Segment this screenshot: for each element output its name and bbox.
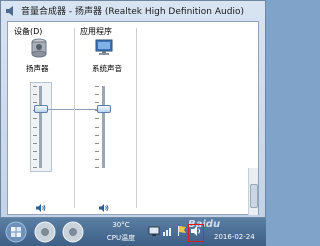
slider-tick [33,143,37,144]
tray-monitor-icon[interactable] [148,225,160,237]
slider-tick [33,151,37,152]
slider-tick [33,118,37,119]
slider-tick [95,159,99,160]
tray-network-icon[interactable] [162,225,174,237]
slider-tick [95,102,99,103]
app-slider-ticks [95,86,99,168]
system-sounds-icon[interactable] [94,39,114,56]
device-name: 扬声器 [26,64,49,73]
clock-date[interactable]: 2016-02-24 [214,233,255,241]
taskbar-app-icon-1[interactable] [34,221,56,243]
volume-mixer-window: 音量合成器 - 扬声器 (Realtek High Definition Aud… [0,0,266,218]
slider-tick [33,102,37,103]
app-separator [136,28,137,208]
taskbar: 30°C CPU温度 Baidu 2016-02-24 [0,218,266,246]
title-bar[interactable]: 音量合成器 - 扬声器 (Realtek High Definition Aud… [1,1,267,21]
slider-tick [33,94,37,95]
apps-group-label: 应用程序 [80,27,112,36]
cpu-temperature: 30°C [112,221,130,229]
device-slider-ticks [33,86,37,168]
horizontal-scrollbar[interactable] [248,168,258,215]
slider-link-line [48,108,98,110]
slider-tick [33,127,37,128]
slider-tick [95,167,99,168]
window-title: 音量合成器 - 扬声器 (Realtek High Definition Aud… [21,7,244,17]
app-volume-slider-thumb[interactable] [97,104,111,113]
start-button-icon[interactable] [4,221,28,243]
slider-tick [33,86,37,87]
app-name: 系统声音 [92,64,122,73]
scrollbar-thumb[interactable] [250,184,258,208]
slider-tick [33,167,37,168]
device-slider-track[interactable] [39,86,42,168]
highlight-box [188,224,204,242]
slider-tick [95,118,99,119]
device-mute-speaker-icon[interactable] [36,204,46,212]
slider-tick [95,86,99,87]
tray-flag-icon[interactable] [176,225,188,237]
slider-tick [95,151,99,152]
taskbar-app-icon-2[interactable] [62,221,84,243]
app-mute-speaker-icon[interactable] [99,204,109,212]
mixer-panel: 设备(D) 扬声器 应用程序 系统声音 [7,21,259,215]
slider-tick [95,143,99,144]
group-separator [74,28,75,208]
slider-tick [95,94,99,95]
device-volume-slider-thumb[interactable] [34,104,48,113]
speaker-device-icon[interactable] [28,38,50,58]
cpu-temperature-label: CPU温度 [106,234,136,242]
slider-tick [33,135,37,136]
slider-tick [95,135,99,136]
speaker-app-icon [6,6,13,16]
app-slider-track[interactable] [102,86,105,168]
slider-tick [33,159,37,160]
slider-tick [95,127,99,128]
device-group-label: 设备(D) [14,27,43,36]
